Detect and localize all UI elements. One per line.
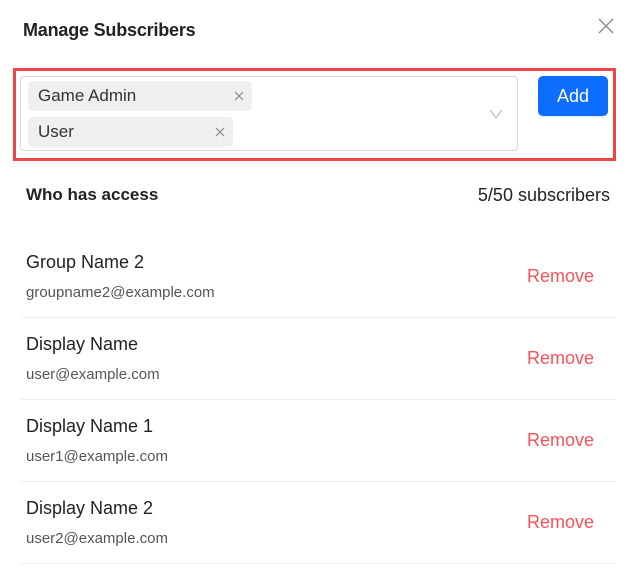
subscriber-row: Group Name 2 groupname2@example.com Remo…	[21, 236, 616, 318]
chevron-down-icon	[489, 109, 503, 119]
close-icon	[234, 91, 244, 101]
subscriber-list: Group Name 2 groupname2@example.com Remo…	[21, 236, 616, 564]
remove-tag-button[interactable]	[232, 89, 246, 103]
close-icon	[598, 18, 614, 34]
subscriber-name: Display Name	[26, 334, 139, 354]
tag-label: User	[38, 122, 74, 141]
subscriber-select[interactable]: Game Admin User	[20, 76, 518, 151]
subscriber-row: Display Name user@example.com Remove	[21, 318, 616, 400]
dropdown-toggle[interactable]	[488, 107, 504, 121]
remove-subscriber-button[interactable]: Remove	[527, 430, 594, 451]
subscriber-email: user2@example.com	[26, 530, 168, 547]
access-heading: Who has access	[26, 185, 159, 204]
remove-subscriber-button[interactable]: Remove	[527, 512, 594, 533]
remove-subscriber-button[interactable]: Remove	[527, 266, 594, 287]
add-button[interactable]: Add	[538, 76, 608, 116]
selected-tag: Game Admin	[28, 81, 252, 111]
subscriber-name: Group Name 2	[26, 252, 145, 272]
subscriber-email: user@example.com	[26, 366, 160, 383]
subscriber-email: groupname2@example.com	[26, 284, 215, 301]
subscriber-name: Display Name 2	[26, 498, 154, 518]
remove-subscriber-button[interactable]: Remove	[527, 348, 594, 369]
subscriber-row: Display Name 2 user2@example.com Remove	[21, 482, 616, 564]
selected-tag: User	[28, 117, 233, 147]
dialog-title: Manage Subscribers	[23, 20, 196, 40]
remove-tag-button[interactable]	[213, 125, 227, 139]
close-icon	[215, 127, 225, 137]
close-button[interactable]	[596, 16, 616, 36]
subscriber-email: user1@example.com	[26, 448, 168, 465]
subscriber-row: Display Name 1 user1@example.com Remove	[21, 400, 616, 482]
tag-label: Game Admin	[38, 86, 137, 105]
subscriber-name: Display Name 1	[26, 416, 154, 436]
subscriber-count: 5/50 subscribers	[477, 185, 610, 205]
